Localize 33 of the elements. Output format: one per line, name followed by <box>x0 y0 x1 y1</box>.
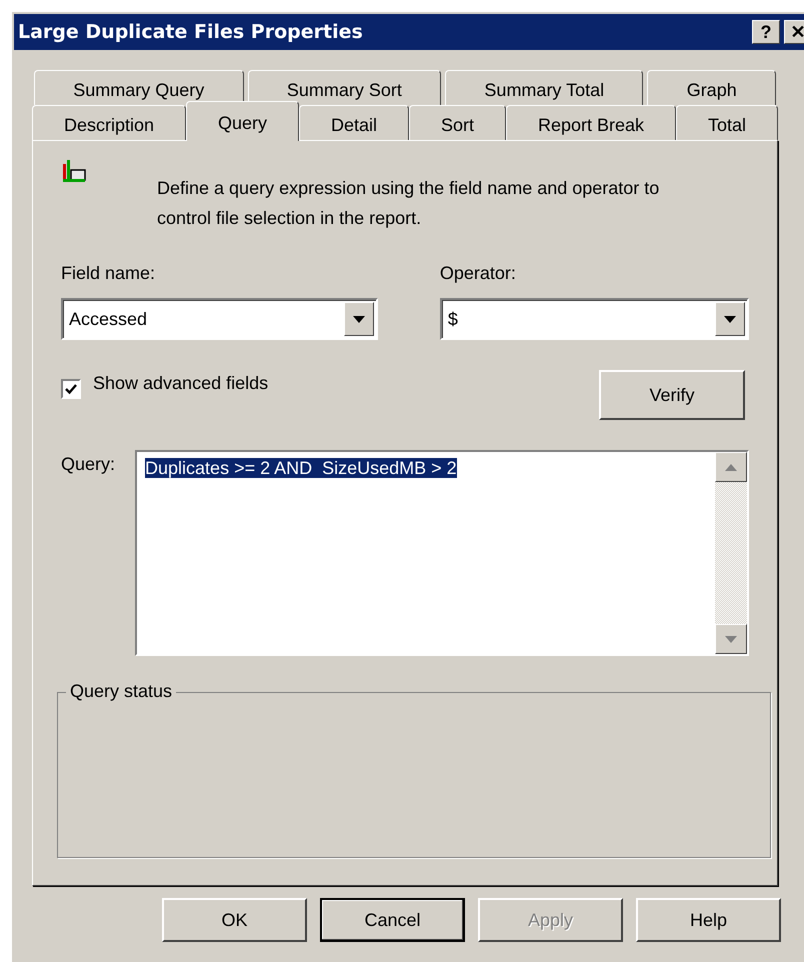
tab[interactable]: Report Break <box>506 105 676 140</box>
verify-button[interactable]: Verify <box>599 370 745 420</box>
close-button[interactable]: ✕ <box>784 20 804 44</box>
field-name-label: Field name: <box>61 263 156 284</box>
checkbox[interactable] <box>61 379 81 399</box>
check-icon <box>64 382 78 396</box>
tab[interactable]: Summary Sort <box>248 70 442 105</box>
tab[interactable]: Summary Query <box>34 70 244 105</box>
tab[interactable]: Summary Total <box>445 70 644 105</box>
description-text: Define a query expression using the field name and operator to control file selection in the report. <box>157 177 660 230</box>
query-label: Query: <box>61 454 116 476</box>
operator-label: Operator: <box>440 263 517 284</box>
checkbox-label[interactable]: Show advanced fields <box>93 372 268 394</box>
tab[interactable]: Sort <box>409 105 506 140</box>
tab[interactable]: Detail <box>299 105 410 140</box>
window-title: Large Duplicate Files Properties <box>18 21 364 43</box>
field-name-dropdown[interactable]: Accessed <box>61 298 378 340</box>
dialog-button[interactable]: OK <box>162 898 307 942</box>
scroll-down-icon[interactable] <box>715 624 747 654</box>
dialog-button[interactable]: Help <box>636 898 781 942</box>
query-field[interactable]: Duplicates >= 2 AND SizeUsedMB > 2 <box>135 450 749 656</box>
chart-icon <box>61 157 87 183</box>
tab[interactable]: Total <box>676 105 778 140</box>
tab[interactable]: Query <box>186 101 300 141</box>
help-button[interactable]: ? <box>752 20 780 44</box>
scrollbar[interactable] <box>715 452 747 654</box>
tab[interactable]: Description <box>32 105 186 140</box>
operator-dropdown[interactable]: $ <box>440 298 749 340</box>
scroll-up-icon[interactable] <box>715 452 747 482</box>
tab[interactable]: Graph <box>647 70 776 105</box>
query-text: Duplicates >= 2 AND SizeUsedMB > 2 <box>145 458 457 478</box>
group-title: Query status <box>66 681 176 702</box>
dialog-button[interactable]: Cancel <box>320 898 465 942</box>
